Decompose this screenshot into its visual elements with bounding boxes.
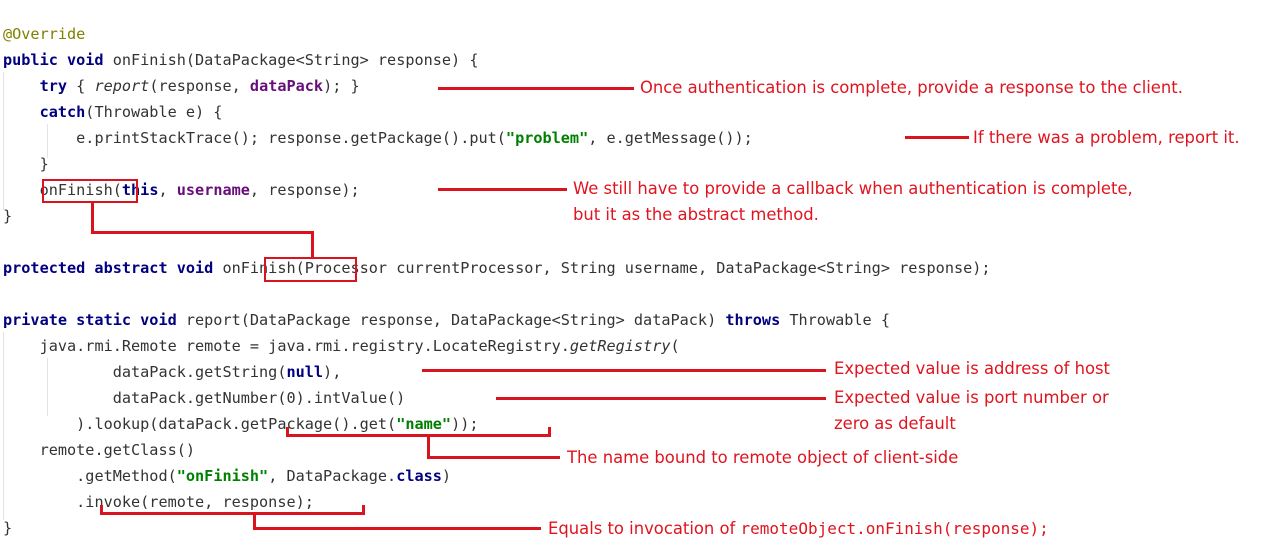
note-bound-name: The name bound to remote object of clien… [567,448,959,467]
code-line-5: e.printStackTrace(); response.getPackage… [3,128,753,148]
override-annotation: @Override [3,25,86,43]
closing-brace: } [3,207,13,225]
field-datapack: dataPack [249,77,324,95]
code-text: e.printStackTrace(); response.getPackage… [76,129,506,147]
note-invocation-code: remoteObject.onFinish(response); [740,519,1049,538]
note-authentication-complete: Once authentication is complete, provide… [640,78,1183,97]
code-text: ) [441,467,452,485]
connector-line [91,231,313,234]
keyword-class: class [396,467,442,485]
bracket-line [286,434,551,437]
code-text: (Processor currentProcessor, String user… [295,259,991,277]
code-text: , [158,181,177,199]
abstract-onfinish-highlight [264,257,357,282]
code-text: )); [451,415,479,433]
code-line-3: try { report(response, dataPack); } [3,76,360,96]
keyword: private static void [3,311,177,329]
code-line-17: .invoke(remote, response); [3,492,314,512]
note-callback-line2: but it as the abstract method. [573,205,819,224]
code-line-11: java.rmi.Remote remote = java.rmi.regist… [3,336,680,356]
code-text: , e.getMessage()); [588,129,753,147]
connector-line [438,87,634,90]
note-invocation-text: Equals to invocation of [548,519,741,538]
code-text: .getMethod( [76,467,177,485]
code-text: report(DataPackage response, DataPackage… [176,311,726,329]
annotated-code-diagram: @Override public void onFinish(DataPacka… [0,0,1275,547]
note-host-address: Expected value is address of host [834,359,1110,378]
keyword: public void [3,51,104,69]
connector-line [253,527,541,530]
connector-line [311,231,314,258]
code-text: (Throwable e) { [85,103,223,121]
code-line-4: catch(Throwable e) { [3,102,223,122]
keyword-null: null [286,363,324,381]
code-text: dataPack.getString( [112,363,287,381]
string-literal: "problem" [505,129,589,147]
code-text: ).lookup(dataPack.getPackage().get( [76,415,397,433]
keyword-catch: catch [39,103,86,121]
code-line-1: @Override [3,24,85,44]
code-text: ), [323,363,342,381]
connector-line [427,434,430,458]
keyword-try: try [39,77,68,95]
code-text: , response); [249,181,360,199]
connector-line [91,203,94,234]
code-text: remote.getClass() [39,441,196,459]
closing-brace: } [39,155,49,173]
code-text: ( [670,337,680,355]
code-line-15: remote.getClass() [3,440,195,460]
code-text: , DataPackage. [268,467,397,485]
code-line-14: ).lookup(dataPack.getPackage().get("name… [3,414,479,434]
field-username: username [176,181,250,199]
note-invocation: Equals to invocation of remoteObject.onF… [548,519,1049,539]
note-port-line2: zero as default [834,414,956,433]
bracket-tick [286,427,289,437]
connector-line [905,136,969,139]
closing-brace: } [3,519,13,537]
code-text: Throwable { [780,311,890,329]
code-line-12: dataPack.getString(null), [3,362,342,382]
code-text: .invoke(remote, response); [76,493,314,511]
code-text: java.rmi.Remote remote = java.rmi.regist… [39,337,570,355]
code-line-9: protected abstract void onFinish(Process… [3,258,991,278]
connector-line [422,369,826,372]
string-literal: "onFinish" [176,467,269,485]
connector-line [438,188,567,191]
getregistry-call: getRegistry [569,337,671,355]
code-line-18: } [3,518,12,538]
keyword: protected abstract void [3,259,214,277]
code-text: (response, [149,77,250,95]
onfinish-call-highlight [42,179,138,203]
keyword-throws: throws [725,311,781,329]
report-call: report [94,77,150,95]
code-text: dataPack.getNumber(0).intValue() [112,389,406,407]
bracket-tick [362,505,365,515]
code-line-8: } [3,206,12,226]
note-report-problem: If there was a problem, report it. [973,128,1240,147]
code-line-6: } [3,154,49,174]
note-callback-line1: We still have to provide a callback when… [573,179,1133,198]
code-line-16: .getMethod("onFinish", DataPackage.class… [3,466,451,486]
code-line-13: dataPack.getNumber(0).intValue() [3,388,406,408]
bracket-line [100,512,365,515]
connector-line [427,456,560,459]
code-text: ); } [323,77,360,95]
bracket-tick [100,505,103,515]
connector-line [496,397,826,400]
code-line-10: private static void report(DataPackage r… [3,310,890,330]
method-signature: onFinish(DataPackage<String> response) { [103,51,479,69]
bracket-tick [548,427,551,437]
note-port-line1: Expected value is port number or [834,388,1109,407]
string-literal: "name" [396,415,452,433]
code-text: { [67,77,95,95]
code-line-2: public void onFinish(DataPackage<String>… [3,50,478,70]
